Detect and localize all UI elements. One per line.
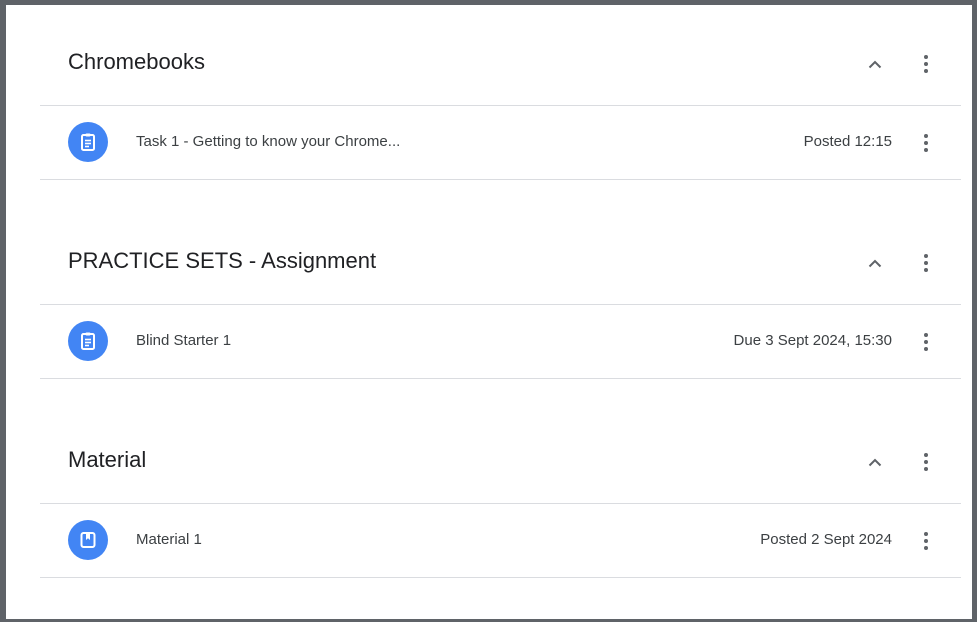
topic-chromebooks: Chromebooks Task 1 - Getting to know you…	[40, 6, 961, 180]
assignment-icon	[68, 122, 108, 162]
item-title[interactable]: Task 1 - Getting to know your Chrome...	[136, 133, 400, 150]
chevron-up-icon[interactable]	[860, 447, 890, 477]
topic-title[interactable]: Material	[68, 447, 146, 473]
list-item[interactable]: Task 1 - Getting to know your Chrome... …	[40, 106, 961, 180]
item-posted-date: Posted 12:15	[803, 133, 892, 150]
assignment-icon	[68, 321, 108, 361]
more-vert-icon[interactable]	[911, 248, 941, 278]
more-vert-icon[interactable]	[911, 327, 941, 357]
more-vert-icon[interactable]	[911, 526, 941, 556]
topic-practice-sets: PRACTICE SETS - Assignment Blind Starter…	[40, 205, 961, 379]
classwork-panel: Chromebooks Task 1 - Getting to know you…	[0, 0, 977, 622]
topic-material: Material Material 1 Posted 2 Sept 2024	[40, 404, 961, 578]
item-title[interactable]: Blind Starter 1	[136, 332, 231, 349]
topic-title[interactable]: PRACTICE SETS - Assignment	[68, 248, 376, 274]
item-title[interactable]: Material 1	[136, 531, 202, 548]
more-vert-icon[interactable]	[911, 128, 941, 158]
item-posted-date: Posted 2 Sept 2024	[760, 531, 892, 548]
topic-header: Chromebooks	[40, 6, 961, 106]
topic-title[interactable]: Chromebooks	[68, 49, 205, 75]
chevron-up-icon[interactable]	[860, 248, 890, 278]
list-item[interactable]: Blind Starter 1 Due 3 Sept 2024, 15:30	[40, 305, 961, 379]
item-due-date: Due 3 Sept 2024, 15:30	[733, 332, 892, 349]
more-vert-icon[interactable]	[911, 447, 941, 477]
more-vert-icon[interactable]	[911, 49, 941, 79]
material-icon	[68, 520, 108, 560]
list-item[interactable]: Material 1 Posted 2 Sept 2024	[40, 504, 961, 578]
chevron-up-icon[interactable]	[860, 49, 890, 79]
topic-header: PRACTICE SETS - Assignment	[40, 205, 961, 305]
topic-header: Material	[40, 404, 961, 504]
